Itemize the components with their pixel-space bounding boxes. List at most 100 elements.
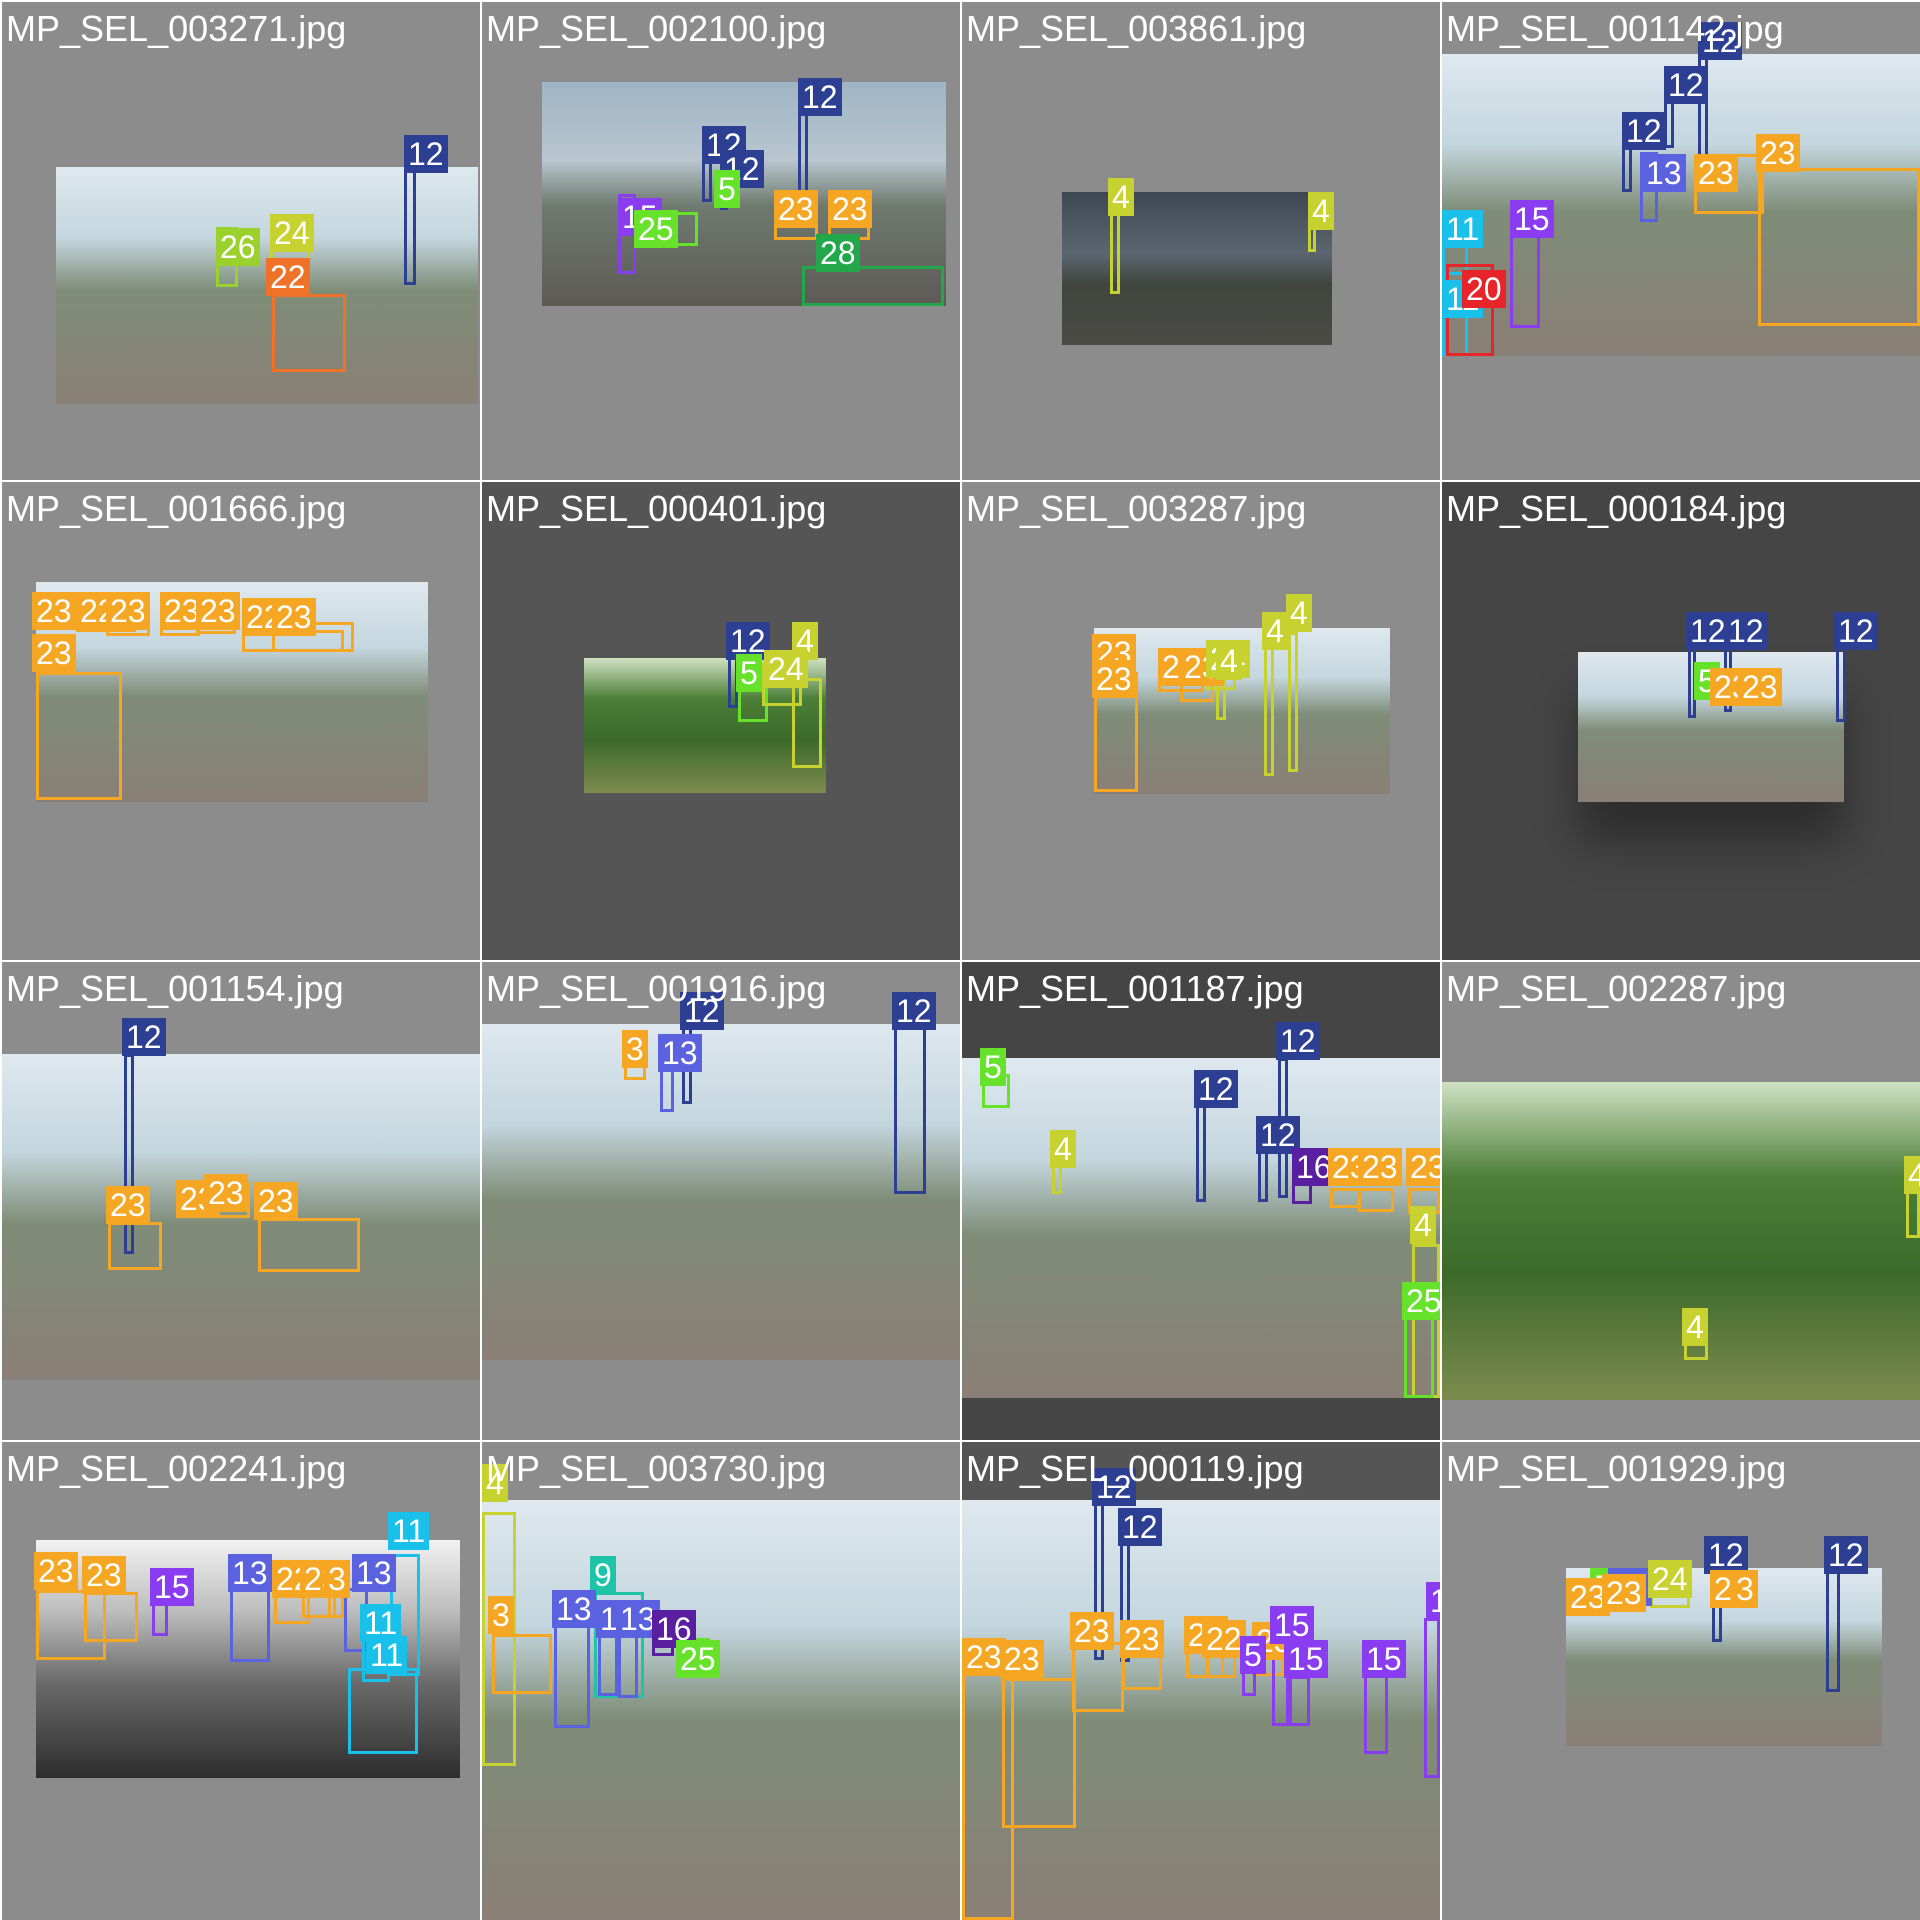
bbox-label: 5 bbox=[980, 1048, 1006, 1086]
bbox bbox=[1072, 1642, 1124, 1712]
mosaic-tile: MP_SEL_001142.jpg 12 12 12 13 23 23 11 1… bbox=[1442, 2, 1920, 480]
bbox-label: 12 bbox=[122, 1018, 166, 1056]
bbox-label: 23 bbox=[774, 190, 818, 228]
bbox bbox=[404, 167, 416, 285]
bbox-label: 23 bbox=[1738, 668, 1782, 706]
bbox-label: 23 bbox=[32, 634, 76, 672]
bbox-label: 23 bbox=[1406, 1148, 1440, 1186]
bbox bbox=[1002, 1678, 1076, 1828]
bbox-label: 23 bbox=[106, 1186, 150, 1224]
tile-filename: MP_SEL_001142.jpg bbox=[1446, 8, 1784, 49]
bbox-label: 23 bbox=[82, 1556, 126, 1594]
mosaic-tile: MP_SEL_003287.jpg 23 23 22 23 24 4 4 4 bbox=[962, 482, 1440, 960]
bbox bbox=[554, 1624, 590, 1728]
bbox-label: 13 bbox=[352, 1554, 396, 1592]
bbox-label: 12 bbox=[1704, 1536, 1748, 1574]
bbox-label: 23 bbox=[1694, 154, 1738, 192]
bbox-label: 23 bbox=[1756, 134, 1800, 172]
bbox-label: 9 bbox=[590, 1556, 616, 1594]
bbox-label: 23 bbox=[1120, 1620, 1164, 1658]
bbox bbox=[258, 1218, 360, 1272]
bbox bbox=[348, 1668, 418, 1754]
bbox bbox=[1826, 1568, 1840, 1692]
bbox-label: 25 bbox=[676, 1640, 720, 1678]
tile-filename: MP_SEL_002241.jpg bbox=[6, 1448, 347, 1489]
bbox bbox=[1424, 1618, 1440, 1778]
mosaic-tile: MP_SEL_001916.jpg 3 12 13 12 bbox=[482, 962, 960, 1440]
tile-photo bbox=[482, 1024, 960, 1360]
bbox-label: 3 bbox=[1732, 1570, 1758, 1608]
mosaic-tile: MP_SEL_001187.jpg 5 12 12 4 12 16 23 23 … bbox=[962, 962, 1440, 1440]
bbox-label: 15 bbox=[150, 1568, 194, 1606]
bbox-label: 4 bbox=[1286, 594, 1312, 632]
tile-filename: MP_SEL_001666.jpg bbox=[6, 488, 347, 529]
bbox-label: 23 bbox=[1092, 660, 1136, 698]
tile-filename: MP_SEL_000119.jpg bbox=[966, 1448, 1304, 1489]
mosaic-tile: MP_SEL_000119.jpg 12 12 23 23 23 23 23 2… bbox=[962, 1442, 1440, 1920]
bbox-label: 12 bbox=[1724, 612, 1768, 650]
bbox-label: 12 bbox=[1824, 1536, 1868, 1574]
bbox-label: 4 bbox=[1262, 612, 1288, 650]
tile-filename: MP_SEL_001929.jpg bbox=[1446, 1448, 1787, 1489]
tile-filename: MP_SEL_000401.jpg bbox=[486, 488, 827, 529]
bbox bbox=[1264, 646, 1274, 776]
mosaic-grid: MP_SEL_003271.jpg 12 26 24 22 MP_SEL_002… bbox=[0, 0, 1920, 1920]
bbox-label: 4 bbox=[1308, 192, 1334, 230]
bbox bbox=[36, 672, 122, 800]
bbox bbox=[1330, 1188, 1360, 1208]
tile-filename: MP_SEL_001916.jpg bbox=[486, 968, 827, 1009]
bbox-label: 20 bbox=[1462, 270, 1506, 308]
bbox-label: 12 bbox=[892, 992, 936, 1030]
bbox-label: 4 bbox=[1050, 1130, 1076, 1168]
tile-filename: MP_SEL_003730.jpg bbox=[486, 1448, 827, 1489]
bbox-label: 13 bbox=[552, 1590, 596, 1628]
bbox-label: 12 bbox=[1276, 1022, 1320, 1060]
bbox-label: 11 bbox=[366, 1636, 408, 1674]
bbox-label: 15 bbox=[1510, 200, 1554, 238]
mosaic-tile: MP_SEL_001666.jpg 23 22 23 23 23 22 23 2… bbox=[2, 482, 480, 960]
bbox-label: 12 bbox=[1834, 612, 1878, 650]
bbox bbox=[1094, 692, 1138, 792]
bbox-label: 23 bbox=[1358, 1148, 1402, 1186]
tile-filename: MP_SEL_003287.jpg bbox=[966, 488, 1307, 529]
bbox-label: 15 bbox=[1362, 1640, 1406, 1678]
bbox-label: 24 bbox=[1648, 1560, 1692, 1598]
bbox-label: 23 bbox=[828, 190, 872, 228]
bbox-label: 15 bbox=[1426, 1582, 1440, 1620]
bbox bbox=[1286, 1676, 1310, 1726]
bbox-label: 15 bbox=[1284, 1640, 1328, 1678]
bbox-label: 3 bbox=[622, 1030, 648, 1068]
tile-filename: MP_SEL_003861.jpg bbox=[966, 8, 1307, 49]
mosaic-tile: MP_SEL_001929.jpg 5 13 12 12 23 23 24 23… bbox=[1442, 1442, 1920, 1920]
tile-filename: MP_SEL_000184.jpg bbox=[1446, 488, 1787, 529]
bbox-label: 23 bbox=[34, 1552, 78, 1590]
bbox-label: 23 bbox=[204, 1174, 248, 1212]
bbox-label: 24 bbox=[270, 214, 314, 252]
bbox-label: 23 bbox=[32, 592, 76, 630]
bbox-label: 25 bbox=[634, 210, 678, 248]
tile-filename: MP_SEL_001154.jpg bbox=[6, 968, 344, 1009]
tile-filename: MP_SEL_002100.jpg bbox=[486, 8, 827, 49]
bbox-label: 12 bbox=[1194, 1070, 1238, 1108]
bbox-label: 4 bbox=[1410, 1206, 1436, 1244]
bbox bbox=[1404, 1308, 1434, 1398]
tile-filename: MP_SEL_001187.jpg bbox=[966, 968, 1304, 1009]
tile-filename: MP_SEL_002287.jpg bbox=[1446, 968, 1787, 1009]
bbox-label: 26 bbox=[216, 228, 260, 266]
bbox-label: 3 bbox=[488, 1596, 514, 1634]
mosaic-tile: MP_SEL_002100.jpg 12 12 12 15 5 25 23 23… bbox=[482, 2, 960, 480]
bbox bbox=[1364, 1674, 1388, 1754]
bbox bbox=[1288, 632, 1298, 772]
bbox-label: 23 bbox=[1602, 1574, 1646, 1612]
mosaic-tile: MP_SEL_000184.jpg 12 12 12 5 23 23 bbox=[1442, 482, 1920, 960]
bbox bbox=[894, 1024, 926, 1194]
bbox bbox=[802, 266, 944, 306]
bbox bbox=[108, 1222, 162, 1270]
bbox-label: 23 bbox=[1070, 1612, 1114, 1650]
bbox-label: 13 bbox=[658, 1034, 702, 1072]
tile-filename: MP_SEL_003271.jpg bbox=[6, 8, 347, 49]
bbox-label: 23 bbox=[1000, 1640, 1044, 1678]
tile-photo bbox=[1062, 192, 1332, 345]
bbox bbox=[1758, 168, 1920, 326]
mosaic-tile: MP_SEL_002287.jpg 4 4 bbox=[1442, 962, 1920, 1440]
